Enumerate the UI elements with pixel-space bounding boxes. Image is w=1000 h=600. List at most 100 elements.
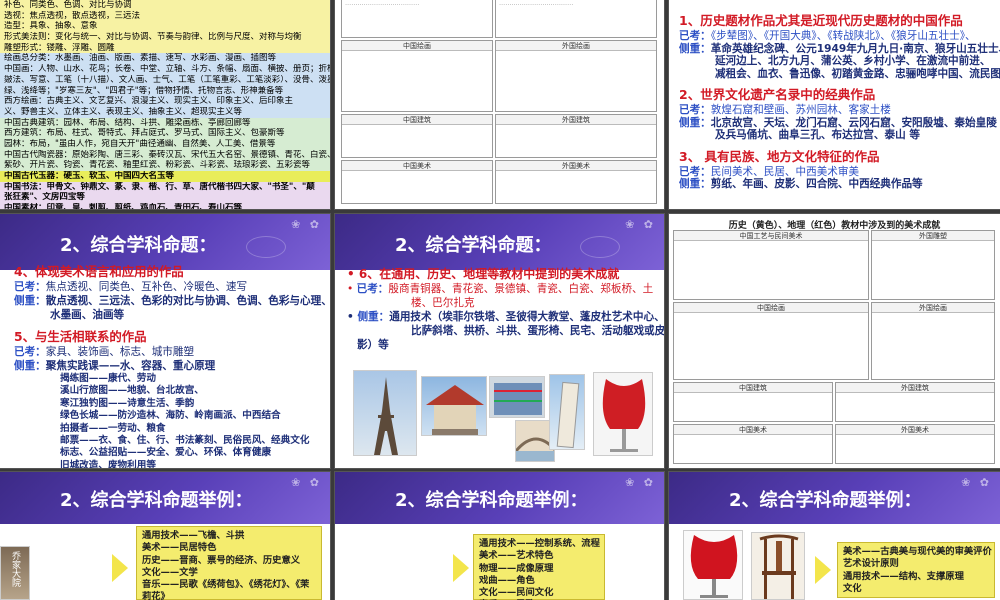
slide-thumbnail-2[interactable]: ……………………………… ……………………………… 中国绘画 外国绘画 中国建筑… bbox=[335, 0, 664, 209]
term-line: 紫砂、开片瓷、钧瓷、青花瓷、釉里红瓷、粉彩瓷、斗彩瓷、珐琅彩瓷、五彩瓷等 bbox=[0, 160, 330, 171]
slide-thumbnail-6[interactable]: 历史（黄色）、地理（红色）教材中涉及到的美术成就 中国工艺与民间美术 外国雕塑 … bbox=[669, 214, 1000, 468]
focus-items: 散点透视、三远法、色彩的对比与协调、色调、色彩与心理、水彩、 bbox=[45, 295, 330, 307]
item-number: 2 bbox=[679, 87, 688, 102]
table-header: 中国美术 bbox=[674, 425, 832, 435]
slide-thumbnail-9[interactable]: ❀ ✿ 2、综合学科命题举例： 美术——古典美与现代美的审美评价 艺术设计原则通… bbox=[669, 472, 1000, 600]
label-tested: 已考： bbox=[14, 346, 46, 358]
courtyard-photo: 乔家大院 bbox=[0, 546, 30, 600]
table-header: 外国绘画 bbox=[872, 303, 994, 313]
table-cell: 中国工艺与民间美术 bbox=[673, 230, 869, 300]
slide-sorter-grid: 补色、同类色、色调、对比与协调 透视：焦点透视，散点透视，三远法 造型：具象、抽象、… bbox=[0, 0, 1000, 600]
slide-title: 2、综合学科命题： bbox=[60, 235, 217, 256]
ming-chair-image bbox=[751, 532, 805, 600]
term-line: 中国古代陶瓷器：原始彩陶、唐三彩、秦砖汉瓦、宋代五大名窑、景德镇、青花、白瓷、 bbox=[0, 149, 330, 161]
term-line: 中国画：人物、山水、花鸟；长卷、中堂、立轴、斗方、条幅、扇面、横披、册页；折枝、… bbox=[0, 64, 330, 75]
table-header: 外国绘画 bbox=[496, 41, 656, 51]
item-title: 、历史题材作品尤其是近现代历史题材的中国作品 bbox=[687, 13, 963, 28]
term-line: 雕塑形式：镂雕、浮雕、圆雕 bbox=[0, 42, 330, 54]
tested-items: 殷商青铜器、青花瓷、景德镇、青瓷、白瓷、郑板桥、土 bbox=[388, 283, 654, 295]
table-cell: 外国雕塑 bbox=[871, 230, 995, 300]
table-cell: 外国建筑 bbox=[835, 382, 995, 422]
table-header: 外国美术 bbox=[836, 425, 994, 435]
label-focus: 侧重： bbox=[14, 360, 46, 372]
flower-decoration-icon: ❀ ✿ bbox=[291, 218, 322, 231]
topic-line: 文化 bbox=[843, 582, 862, 594]
feature-list: 1、历史题材作品尤其是近现代历史题材的中国作品 已考：《步辇图》、《开国大典》、《… bbox=[679, 12, 1000, 197]
egg-chair-image bbox=[593, 372, 653, 456]
slide-thumbnail-8[interactable]: ❀ ✿ 2、综合学科命题举例： 通用技术——控制系统、流程 美术——艺术特色 物理—… bbox=[335, 472, 664, 600]
slide-body: 4、体现美术语言和应用的作品 已考： 焦点透视、同类色、互补色、冷暖色、速写 侧重… bbox=[14, 264, 330, 468]
term-line: 西方建筑：布局、柱式、哥特式、拜占庭式、罗马式、国际主义、包豪斯等 bbox=[0, 128, 330, 139]
tested-items: 《步辇图》、《开国大典》、《转战陕北》、《狼牙山五壮士》、 bbox=[710, 30, 976, 42]
focus-items-end: 影）等 bbox=[357, 339, 389, 351]
focus-items: 北京故宫、天坛、龙门石窟、云冈石窟、安阳殷墟、秦始皇陵 bbox=[710, 116, 997, 129]
term-line: 造型：具象、抽象、意象 bbox=[0, 21, 330, 33]
focus-items-continued: 比萨斜塔、拱桥、斗拱、蛋形椅、民宅、活动躯戏或皮 bbox=[411, 325, 664, 337]
term-line: 义、野兽主义、立体主义、表现主义、抽象主义、超现实主义等 bbox=[0, 106, 330, 118]
table-cell: 外国美术 bbox=[495, 160, 657, 204]
slide-thumbnail-5[interactable]: ❀ ✿ 2、综合学科命题： • 6、在通用、历史、地理等教材中提到的美术成就 •… bbox=[335, 214, 664, 468]
term-line: 补色、同类色、色调、对比与协调 bbox=[0, 0, 330, 11]
table-header: 中国绘画 bbox=[342, 41, 492, 51]
term-line: 中国素材：印章、皇、刺剪、剪纸、鸡血石、青田石、寿山石等 bbox=[0, 203, 330, 209]
topic-line: 美术——艺术特色 bbox=[479, 550, 554, 562]
topic-box: 通用技术——控制系统、流程 美术——艺术特色 物理——成像原理 戏曲——角色 文化——民… bbox=[473, 534, 605, 600]
table-cell: ……………………………… bbox=[341, 0, 493, 38]
slide-thumbnail-1[interactable]: 补色、同类色、色调、对比与协调 透视：焦点透视，散点透视，三远法 造型：具象、抽象、… bbox=[0, 0, 330, 209]
tested-items: 民间美术、民居、中西美术审美 bbox=[710, 165, 860, 178]
flower-decoration-icon: ❀ ✿ bbox=[291, 476, 322, 489]
egg-chair-image bbox=[683, 530, 743, 600]
label-focus: 侧重： bbox=[679, 178, 711, 190]
table-cell: 中国建筑 bbox=[341, 114, 493, 158]
table-header: 外国建筑 bbox=[496, 115, 656, 125]
label-tested: 已考： bbox=[679, 104, 711, 116]
life-topic-line: 绿色长城——防沙造林、海防、岭南画派、中西结合 bbox=[60, 410, 281, 422]
tested-items-continued: 楼、巴尔扎克 bbox=[411, 297, 475, 309]
focus-items: 剪纸、年画、皮影、四合院、中西经典作品等 bbox=[710, 178, 923, 190]
swirl-decoration bbox=[580, 236, 620, 258]
table-header: 外国雕塑 bbox=[872, 231, 994, 241]
focus-items-continued: 减租会、血衣、鲁迅像、初踏黄金路、忠骊咆哮中国、流民图等 bbox=[715, 67, 1000, 80]
slide-title: 2、综合学科命题举例： bbox=[60, 490, 253, 511]
chinese-pavilion-image bbox=[421, 376, 487, 436]
table-header: 外国建筑 bbox=[836, 383, 994, 393]
table-cell: 外国绘画 bbox=[871, 302, 995, 380]
flower-decoration-icon: ❀ ✿ bbox=[961, 476, 992, 489]
term-line: 形式美法则：变化与统一、对比与协调、节奏与韵律、比例与尺度、对称与均衡 bbox=[0, 32, 330, 43]
slide-thumbnail-3[interactable]: 1、历史题材作品尤其是近现代历史题材的中国作品 已考：《步辇图》、《开国大典》、《… bbox=[669, 0, 1000, 209]
focus-items: 聚焦实践课——水、容器、重心原理 bbox=[45, 360, 216, 372]
arrow-right-icon bbox=[815, 556, 831, 584]
flower-decoration-icon: ❀ ✿ bbox=[625, 218, 656, 231]
label-focus: 侧重： bbox=[357, 311, 390, 323]
slide-title: 2、综合学科命题举例： bbox=[729, 490, 922, 511]
table-cell: 外国美术 bbox=[835, 424, 995, 464]
term-line: 绘画总分类：水墨画、油画、版画、素描、速写、水彩画、漫画、插图等 bbox=[0, 53, 330, 65]
topic-line: 历史——晋商、票号的经济、历史意义 bbox=[142, 554, 301, 566]
leaning-tower-image bbox=[549, 374, 585, 450]
topic-line: 莉花》 bbox=[142, 591, 170, 600]
slide-thumbnail-7[interactable]: ❀ ✿ 2、综合学科命题举例： 乔家大院 通用技术——飞檐、斗拱 美术——民居特色… bbox=[0, 472, 330, 600]
table-header: 中国美术 bbox=[342, 161, 492, 171]
label-tested: 已考： bbox=[356, 283, 389, 295]
topic-line: 通用技术——飞檐、斗拱 bbox=[142, 530, 245, 541]
life-topic-line: 揭练图——康代、劳动 bbox=[60, 373, 156, 384]
term-line: 张狂素"、文房四宝等 bbox=[0, 192, 330, 204]
flower-decoration-icon: ❀ ✿ bbox=[625, 476, 656, 489]
section-heading: 4、体现美术语言和应用的作品 bbox=[14, 264, 184, 279]
section-heading: 6、在通用、历史、地理等教材中提到的美术成就 bbox=[358, 267, 620, 281]
label-focus: 侧重： bbox=[679, 42, 711, 55]
topic-line: 物理——成像原理 bbox=[479, 562, 554, 574]
slide-thumbnail-4[interactable]: ❀ ✿ 2、综合学科命题： 4、体现美术语言和应用的作品 已考： 焦点透视、同类色… bbox=[0, 214, 330, 468]
table-cell: 中国绘画 bbox=[341, 40, 493, 112]
topic-line: 美术——古典美与现代美的审美评价 bbox=[843, 546, 992, 557]
tested-items: 家具、装饰画、标志、城市雕塑 bbox=[45, 346, 195, 358]
topic-line: 通用技术——结构、支撑原理 bbox=[843, 570, 964, 582]
label-focus: 侧重： bbox=[679, 116, 711, 129]
slide-title: 2、综合学科命题： bbox=[395, 235, 552, 256]
life-topic-line: 拍摄者——一劳动、粮食 bbox=[60, 422, 166, 434]
slide-title: 2、综合学科命题举例： bbox=[395, 490, 588, 511]
life-topic-line: 旧城改造、废物利用等 bbox=[60, 459, 156, 468]
topic-line: 文化——民间文化 bbox=[479, 587, 554, 599]
table-cell: ……………………………… bbox=[495, 0, 657, 38]
tested-items: 焦点透视、同类色、互补色、冷暖色、速写 bbox=[45, 281, 248, 293]
